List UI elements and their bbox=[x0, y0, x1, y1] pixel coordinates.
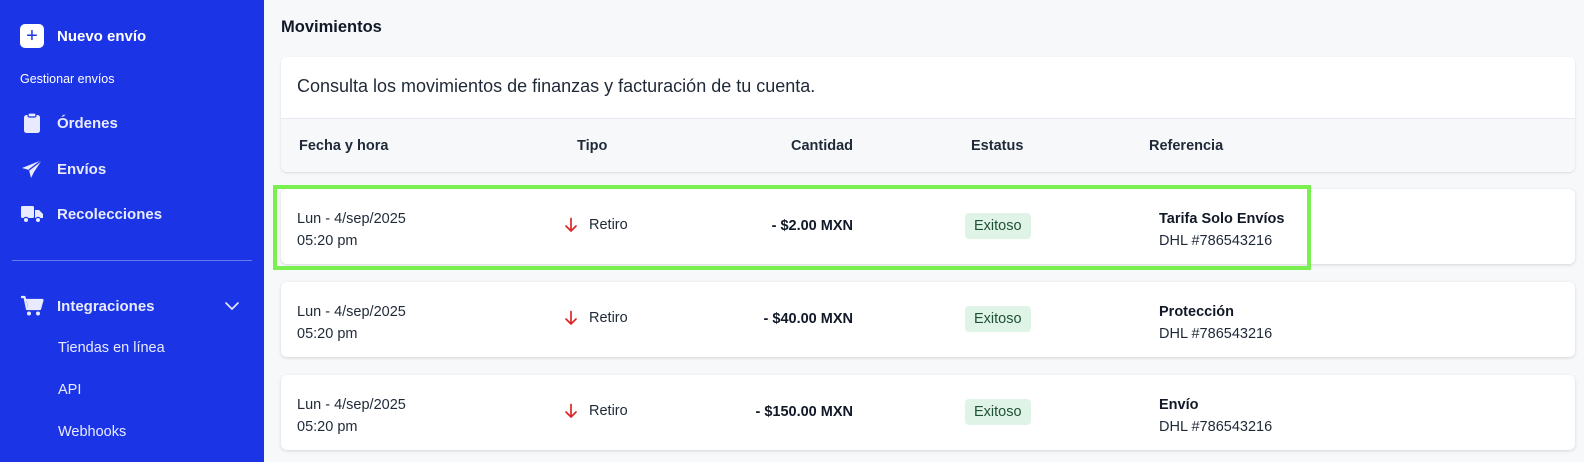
table-header: Fecha y hora Tipo Cantidad Estatus Refer… bbox=[281, 118, 1575, 172]
column-header-amount: Cantidad bbox=[790, 138, 853, 154]
row-time: 05:20 pm bbox=[297, 233, 358, 249]
sidebar-subitem-api[interactable]: API bbox=[58, 382, 81, 398]
table-row[interactable]: Lun - 4/sep/2025 05:20 pm Retiro - $2.00… bbox=[281, 189, 1575, 264]
row-reference-title: Protección bbox=[1159, 304, 1234, 320]
column-header-status: Estatus bbox=[971, 138, 1024, 154]
status-badge: Exitoso bbox=[965, 213, 1031, 239]
truck-icon bbox=[20, 202, 44, 226]
row-reference-code: DHL #786543216 bbox=[1159, 233, 1273, 249]
status-badge: Exitoso bbox=[965, 306, 1031, 332]
row-amount: - $40.00 MXN bbox=[763, 311, 853, 327]
arrow-down-icon bbox=[565, 217, 577, 232]
row-reference-title: Tarifa Solo Envíos bbox=[1159, 211, 1285, 227]
sidebar-item-label: Recolecciones bbox=[57, 205, 163, 223]
row-amount: - $150.00 MXN bbox=[755, 404, 853, 420]
arrow-down-icon bbox=[565, 403, 577, 418]
new-shipment-button[interactable]: + Nuevo envío bbox=[20, 24, 146, 48]
sidebar-divider bbox=[12, 260, 252, 261]
table-row[interactable]: Lun - 4/sep/2025 05:20 pm Retiro - $40.0… bbox=[281, 282, 1575, 357]
row-amount: - $2.00 MXN bbox=[771, 218, 853, 234]
sidebar-item-label: Integraciones bbox=[57, 297, 155, 315]
sidebar-item-integrations[interactable]: Integraciones bbox=[20, 294, 155, 318]
section-label-manage-shipments: Gestionar envíos bbox=[20, 72, 115, 86]
row-type: Retiro bbox=[589, 310, 628, 326]
column-header-type: Tipo bbox=[577, 138, 608, 154]
sidebar-subitem-online-stores[interactable]: Tiendas en línea bbox=[58, 340, 165, 356]
arrow-down-icon bbox=[565, 310, 577, 325]
column-header-reference: Referencia bbox=[1149, 138, 1224, 154]
shopping-cart-icon bbox=[20, 294, 44, 318]
sidebar-item-label: Envíos bbox=[57, 160, 107, 178]
paper-plane-icon bbox=[20, 157, 44, 181]
row-reference-title: Envío bbox=[1159, 397, 1199, 413]
sidebar-item-pickups[interactable]: Recolecciones bbox=[20, 202, 162, 226]
row-reference-code: DHL #786543216 bbox=[1159, 326, 1273, 342]
sidebar-item-shipments[interactable]: Envíos bbox=[20, 157, 106, 181]
row-type: Retiro bbox=[589, 403, 628, 419]
new-shipment-label: Nuevo envío bbox=[57, 27, 147, 45]
row-reference-code: DHL #786543216 bbox=[1159, 419, 1273, 435]
sidebar-subitem-webhooks[interactable]: Webhooks bbox=[58, 424, 126, 440]
plus-icon: + bbox=[20, 24, 44, 48]
row-time: 05:20 pm bbox=[297, 419, 358, 435]
clipboard-icon bbox=[20, 111, 44, 135]
column-header-date: Fecha y hora bbox=[299, 138, 389, 154]
chevron-down-icon[interactable] bbox=[224, 298, 240, 314]
table-row[interactable]: Lun - 4/sep/2025 05:20 pm Retiro - $150.… bbox=[281, 375, 1575, 450]
page-title: Movimientos bbox=[281, 18, 382, 36]
row-date: Lun - 4/sep/2025 bbox=[297, 211, 406, 227]
row-date: Lun - 4/sep/2025 bbox=[297, 397, 406, 413]
sidebar: + Nuevo envío Gestionar envíos Órdenes E… bbox=[0, 0, 264, 462]
sidebar-item-orders[interactable]: Órdenes bbox=[20, 111, 118, 135]
row-type: Retiro bbox=[589, 217, 628, 233]
status-badge: Exitoso bbox=[965, 399, 1031, 425]
sidebar-item-label: Órdenes bbox=[57, 114, 118, 132]
movements-table-header-card: Consulta los movimientos de finanzas y f… bbox=[281, 57, 1575, 172]
page-description: Consulta los movimientos de finanzas y f… bbox=[297, 76, 816, 96]
row-time: 05:20 pm bbox=[297, 326, 358, 342]
row-date: Lun - 4/sep/2025 bbox=[297, 304, 406, 320]
